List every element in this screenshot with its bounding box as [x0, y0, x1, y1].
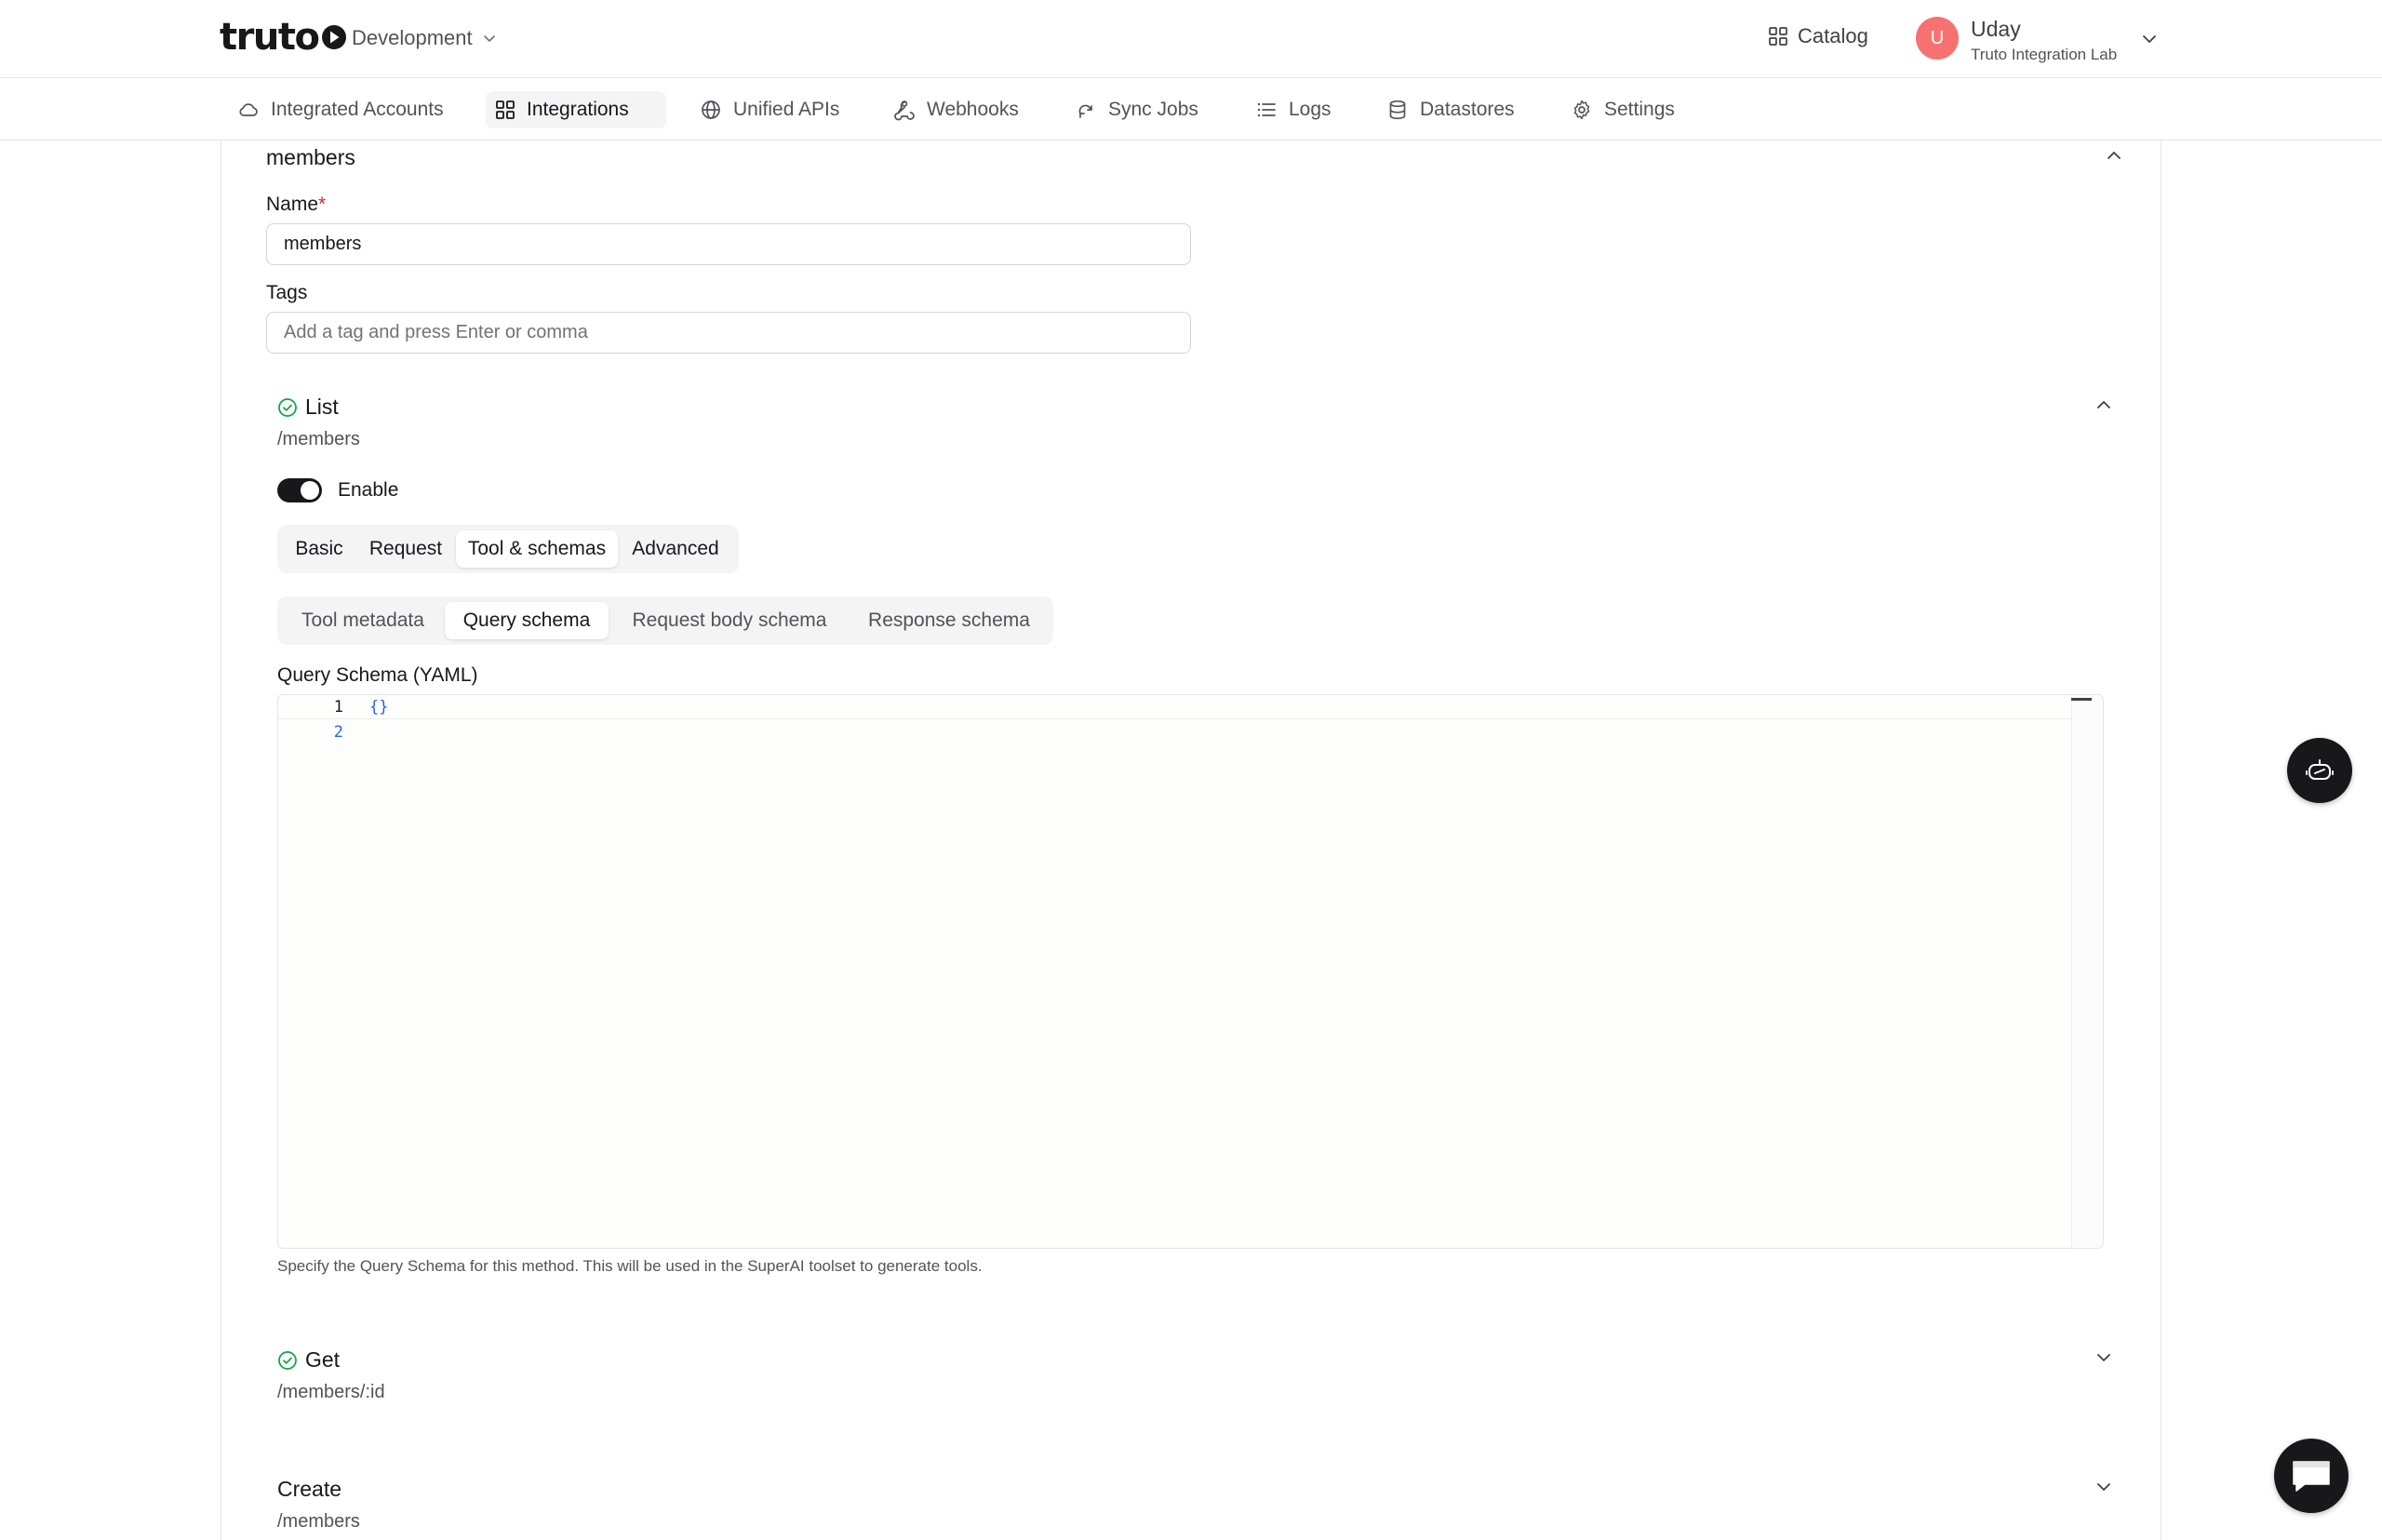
- grid-icon: [496, 100, 515, 119]
- name-field-label: Name*: [266, 194, 326, 216]
- top-bar: truto Development Catalog U Uday Truto I…: [0, 0, 2382, 78]
- subtab-request-body-schema[interactable]: Request body schema: [610, 602, 849, 639]
- editor-label: Query Schema (YAML): [277, 664, 478, 686]
- nav-label: Sync Jobs: [1108, 99, 1198, 120]
- name-input-value: members: [284, 234, 362, 254]
- cloud-icon: [239, 103, 258, 116]
- scrollbar-thumb[interactable]: [2071, 698, 2092, 701]
- create-method-title: Create: [277, 1477, 342, 1501]
- chat-bubble-icon: [2293, 1461, 2330, 1492]
- tags-label: Tags: [266, 282, 308, 303]
- required-marker: *: [318, 194, 327, 215]
- tab-request[interactable]: Request: [357, 530, 454, 568]
- nav-integrated-accounts[interactable]: Integrated Accounts: [228, 91, 453, 128]
- gear-icon: [1573, 100, 1590, 120]
- nav-label: Integrations: [527, 99, 629, 120]
- nav-settings[interactable]: Settings: [1561, 91, 1684, 128]
- environment-label: Development: [352, 26, 473, 49]
- bot-icon: [2306, 759, 2334, 780]
- list-method-header[interactable]: List: [277, 395, 339, 420]
- webhook-icon: [894, 100, 915, 121]
- tab-advanced[interactable]: Advanced: [620, 530, 731, 568]
- chat-support-button[interactable]: [2274, 1439, 2349, 1513]
- chevron-up-icon[interactable]: [2105, 146, 2123, 165]
- nav-label: Settings: [1604, 99, 1675, 120]
- check-circle-icon: [278, 1350, 297, 1370]
- nav-label: Logs: [1289, 99, 1332, 120]
- toggle-track: [277, 478, 322, 502]
- subtab-query-schema[interactable]: Query schema: [445, 602, 609, 639]
- schema-subtabs: Tool metadata Query schema Request body …: [277, 596, 1053, 645]
- nav-label: Webhooks: [927, 99, 1019, 120]
- resource-title: members: [266, 145, 355, 169]
- list-icon: [1257, 102, 1276, 117]
- nav-sync-jobs[interactable]: Sync Jobs: [1065, 91, 1208, 128]
- create-method-path: /members: [277, 1511, 360, 1532]
- line-number: 1: [333, 698, 343, 716]
- user-name[interactable]: Uday: [1971, 17, 2021, 42]
- enable-toggle[interactable]: [277, 478, 322, 502]
- avatar-initial: U: [1930, 27, 1945, 48]
- chevron-up-icon[interactable]: [2094, 395, 2113, 414]
- nav-label: Unified APIs: [733, 99, 840, 120]
- check-circle-icon: [278, 397, 297, 417]
- chevron-down-icon[interactable]: [2094, 1348, 2113, 1367]
- tags-input[interactable]: Add a tag and press Enter or comma: [266, 312, 1191, 354]
- nav-label: Integrated Accounts: [271, 99, 444, 120]
- nav-logs[interactable]: Logs: [1246, 91, 1341, 128]
- resource-panel: members Name* members Tags Add a tag and…: [221, 141, 2161, 1540]
- user-menu-chevron-icon[interactable]: [2140, 30, 2159, 48]
- truto-logo[interactable]: truto: [220, 16, 348, 59]
- sync-icon: [1078, 104, 1092, 118]
- subtab-tool-metadata[interactable]: Tool metadata: [283, 602, 443, 639]
- get-method-path: /members/:id: [277, 1382, 385, 1402]
- user-avatar[interactable]: U: [1916, 17, 1959, 60]
- editor-active-line: [278, 695, 2079, 719]
- toggle-knob: [301, 481, 319, 500]
- nav-webhooks[interactable]: Webhooks: [884, 91, 1028, 128]
- nav-integrations[interactable]: Integrations: [486, 91, 666, 128]
- tab-basic[interactable]: Basic: [283, 530, 355, 568]
- name-label-text: Name: [266, 194, 319, 215]
- editor-scrollbar[interactable]: [2071, 695, 2103, 1248]
- chevron-down-icon[interactable]: [2094, 1478, 2113, 1496]
- nav-datastores[interactable]: Datastores: [1377, 91, 1524, 128]
- catalog-label: Catalog: [1798, 24, 1868, 47]
- line-number: 2: [333, 723, 343, 742]
- tags-placeholder: Add a tag and press Enter or comma: [284, 322, 588, 342]
- create-method-header[interactable]: Create: [277, 1477, 341, 1502]
- environment-selector[interactable]: Development: [352, 26, 497, 50]
- method-tabs: Basic Request Tool & schemas Advanced: [277, 525, 739, 573]
- logo-wordmark: truto: [220, 16, 320, 59]
- database-icon: [1389, 100, 1406, 120]
- ai-assistant-button[interactable]: [2287, 738, 2352, 803]
- yaml-code-editor[interactable]: 1 {} 2: [277, 694, 2104, 1249]
- list-method-title: List: [305, 395, 339, 419]
- subtab-response-schema[interactable]: Response schema: [850, 602, 1048, 639]
- nav-unified-apis[interactable]: Unified APIs: [690, 91, 849, 128]
- tab-tool-schemas[interactable]: Tool & schemas: [456, 530, 618, 568]
- chevron-down-icon: [483, 35, 495, 42]
- logo-play-icon: [322, 25, 347, 49]
- nav-label: Datastores: [1420, 99, 1515, 120]
- globe-icon: [702, 100, 720, 119]
- get-method-title: Get: [305, 1347, 341, 1372]
- main-nav: Integrated Accounts Integrations Unified…: [0, 78, 2382, 141]
- catalog-link[interactable]: Catalog: [1768, 24, 1868, 48]
- user-organization[interactable]: Truto Integration Lab: [1971, 46, 2117, 64]
- list-method-path: /members: [277, 429, 360, 449]
- grid-icon: [1769, 27, 1787, 46]
- enable-label: Enable: [338, 479, 399, 501]
- name-input[interactable]: members: [266, 223, 1191, 265]
- code-line: {}: [369, 698, 389, 716]
- editor-help-text: Specify the Query Schema for this method…: [277, 1257, 983, 1275]
- get-method-header[interactable]: Get: [277, 1347, 340, 1373]
